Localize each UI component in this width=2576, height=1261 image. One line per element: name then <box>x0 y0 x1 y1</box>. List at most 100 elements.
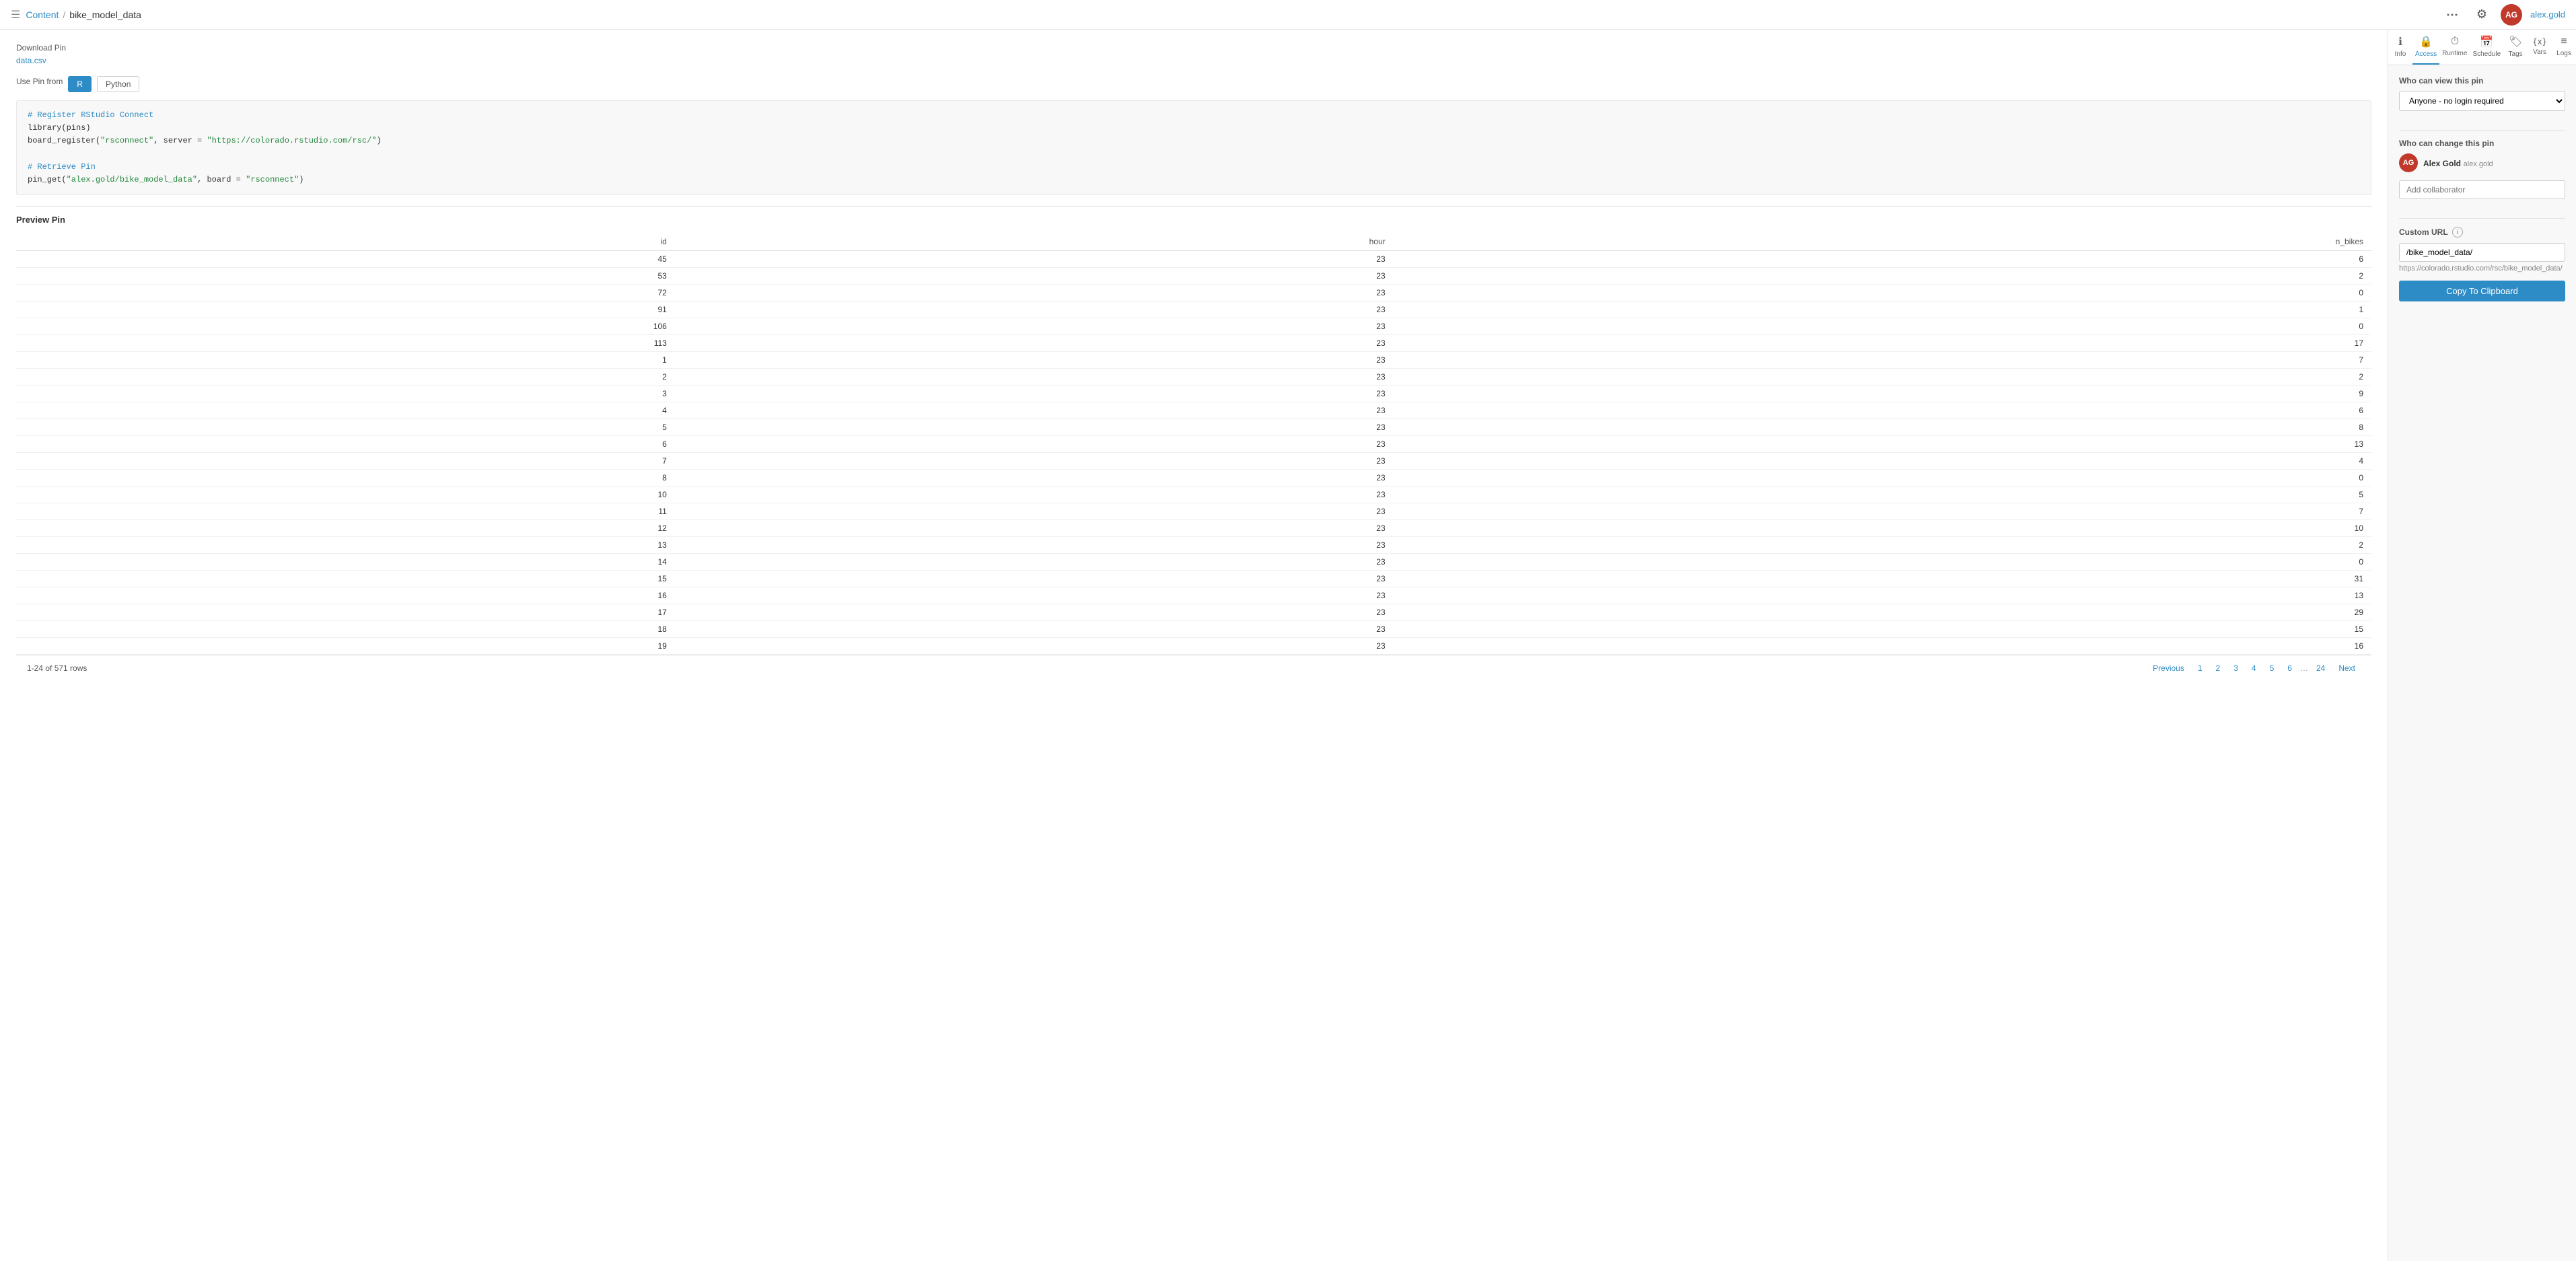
cell-17-2: 2 <box>1394 537 2371 554</box>
prev-button[interactable]: Previous <box>2147 662 2190 674</box>
cell-3-0: 91 <box>16 301 675 318</box>
section-divider-1 <box>2399 130 2565 131</box>
col-id: id <box>16 233 675 251</box>
page-2[interactable]: 2 <box>2211 662 2226 674</box>
cell-21-0: 17 <box>16 604 675 621</box>
tab-vars-label: Vars <box>2533 48 2546 56</box>
custom-url-info-icon[interactable]: i <box>2452 227 2463 238</box>
table-row: 13232 <box>16 537 2371 554</box>
lang-r-button[interactable]: R <box>68 76 92 92</box>
breadcrumb-sep: / <box>63 9 65 20</box>
cell-0-1: 23 <box>675 251 1394 268</box>
code-line-5: # Retrieve Pin <box>28 161 2360 174</box>
tab-schedule-label: Schedule <box>2472 50 2501 58</box>
cell-23-0: 19 <box>16 638 675 655</box>
cell-18-1: 23 <box>675 554 1394 571</box>
cell-4-1: 23 <box>675 318 1394 335</box>
custom-url-input[interactable] <box>2399 243 2565 262</box>
cell-11-0: 6 <box>16 436 675 453</box>
code-block: # Register RStudio Connect library(pins)… <box>16 100 2371 195</box>
header: ☰ Content / bike_model_data ⚙ AG alex.go… <box>0 0 2576 30</box>
cell-15-1: 23 <box>675 503 1394 520</box>
table-row: 5238 <box>16 419 2371 436</box>
tab-runtime[interactable]: ⏱ Runtime <box>2439 30 2470 65</box>
header-right: ⚙ AG alex.gold <box>2441 4 2565 26</box>
view-section-label: Who can view this pin <box>2399 76 2565 85</box>
page-24[interactable]: 24 <box>2311 662 2330 674</box>
tab-info[interactable]: ℹ Info <box>2388 30 2412 65</box>
cell-19-1: 23 <box>675 571 1394 587</box>
cell-14-0: 10 <box>16 487 675 503</box>
page-4[interactable]: 4 <box>2246 662 2262 674</box>
code-line-2: library(pins) <box>28 122 2360 135</box>
cell-22-0: 18 <box>16 621 675 638</box>
preview-pin-label: Preview Pin <box>16 206 2371 225</box>
collaborator-login: alex.gold <box>2464 160 2493 168</box>
cell-1-1: 23 <box>675 268 1394 285</box>
table-row: 10235 <box>16 487 2371 503</box>
copy-to-clipboard-button[interactable]: Copy To Clipboard <box>2399 281 2565 301</box>
tab-tags[interactable]: 🏷 Tags <box>2503 30 2528 65</box>
add-collaborator-input[interactable] <box>2399 180 2565 199</box>
table-row: 162313 <box>16 587 2371 604</box>
download-pin-label: Download Pin <box>16 43 2371 52</box>
table-row: 45236 <box>16 251 2371 268</box>
vars-tab-icon: {x} <box>2532 37 2547 46</box>
cell-1-0: 53 <box>16 268 675 285</box>
view-permission-select[interactable]: Anyone - no login required <box>2399 91 2565 111</box>
code-line-3: board_register("rsconnect", server = "ht… <box>28 135 2360 147</box>
avatar[interactable]: AG <box>2501 4 2522 26</box>
username[interactable]: alex.gold <box>2530 9 2565 20</box>
cell-7-0: 2 <box>16 369 675 386</box>
table-row: 7234 <box>16 453 2371 470</box>
cell-12-2: 4 <box>1394 453 2371 470</box>
menu-icon[interactable]: ☰ <box>11 8 20 22</box>
tab-logs[interactable]: ≡ Logs <box>2552 30 2576 65</box>
lang-python-button[interactable]: Python <box>97 76 139 92</box>
breadcrumb: Content / bike_model_data <box>26 9 141 20</box>
access-panel: Who can view this pin Anyone - no login … <box>2388 65 2576 1261</box>
cell-19-2: 31 <box>1394 571 2371 587</box>
cell-0-2: 6 <box>1394 251 2371 268</box>
table-row: 91231 <box>16 301 2371 318</box>
more-options-icon[interactable] <box>2441 4 2463 26</box>
table-row: 53232 <box>16 268 2371 285</box>
table-body: 4523653232722309123110623011323171237223… <box>16 251 2371 655</box>
cell-10-2: 8 <box>1394 419 2371 436</box>
cell-20-0: 16 <box>16 587 675 604</box>
settings-icon[interactable]: ⚙ <box>2471 4 2493 26</box>
cell-12-0: 7 <box>16 453 675 470</box>
pagination-summary: 1-24 of 571 rows <box>27 663 87 673</box>
breadcrumb-root[interactable]: Content <box>26 9 59 20</box>
cell-8-1: 23 <box>675 386 1394 402</box>
table-row: 106230 <box>16 318 2371 335</box>
cell-22-1: 23 <box>675 621 1394 638</box>
cell-22-2: 15 <box>1394 621 2371 638</box>
use-pin-row: Use Pin from R Python <box>16 76 2371 92</box>
page-5[interactable]: 5 <box>2264 662 2280 674</box>
section-divider-2 <box>2399 218 2565 219</box>
page-6[interactable]: 6 <box>2282 662 2297 674</box>
tab-access[interactable]: 🔒 Access <box>2412 30 2439 65</box>
table-row: 2232 <box>16 369 2371 386</box>
main-content: Download Pin data.csv Use Pin from R Pyt… <box>0 30 2388 1261</box>
tab-vars[interactable]: {x} Vars <box>2528 30 2552 65</box>
table-row: 14230 <box>16 554 2371 571</box>
data-table: id hour n_bikes 452365323272230912311062… <box>16 233 2371 655</box>
page-3[interactable]: 3 <box>2228 662 2244 674</box>
cell-18-0: 14 <box>16 554 675 571</box>
layout: Download Pin data.csv Use Pin from R Pyt… <box>0 30 2576 1261</box>
cell-10-1: 23 <box>675 419 1394 436</box>
cell-17-1: 23 <box>675 537 1394 554</box>
cell-16-2: 10 <box>1394 520 2371 537</box>
cell-4-0: 106 <box>16 318 675 335</box>
cell-11-2: 13 <box>1394 436 2371 453</box>
table-row: 1132317 <box>16 335 2371 352</box>
cell-12-1: 23 <box>675 453 1394 470</box>
download-link[interactable]: data.csv <box>16 56 46 65</box>
cell-2-1: 23 <box>675 285 1394 301</box>
page-1[interactable]: 1 <box>2192 662 2208 674</box>
next-button[interactable]: Next <box>2333 662 2361 674</box>
cell-9-1: 23 <box>675 402 1394 419</box>
tab-schedule[interactable]: 📅 Schedule <box>2470 30 2503 65</box>
